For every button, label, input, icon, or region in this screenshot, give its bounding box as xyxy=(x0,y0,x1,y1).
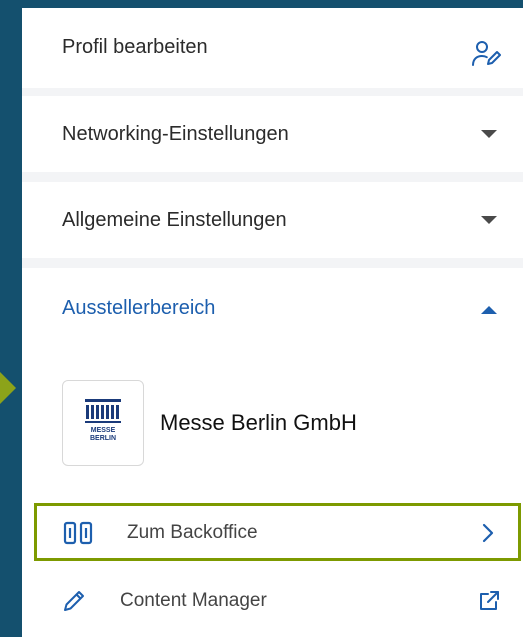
content-manager-label: Content Manager xyxy=(120,590,267,611)
company-logo: MESSE BERLIN xyxy=(62,380,144,466)
caret-down-icon xyxy=(481,216,497,224)
networking-settings-label: Networking-Einstellungen xyxy=(62,123,289,145)
networking-settings-item[interactable]: Networking-Einstellungen xyxy=(22,96,523,172)
caret-down-icon xyxy=(481,130,497,138)
backoffice-link[interactable]: Zum Backoffice xyxy=(34,503,521,561)
profile-edit-label: Profil bearbeiten xyxy=(62,36,208,58)
caret-up-icon xyxy=(481,306,497,314)
pointer-arrow xyxy=(0,372,16,404)
company-name: Messe Berlin GmbH xyxy=(160,410,357,435)
external-link-icon xyxy=(477,589,501,613)
pencil-icon xyxy=(62,589,86,613)
general-settings-item[interactable]: Allgemeine Einstellungen xyxy=(22,182,523,258)
logo-text-bottom: BERLIN xyxy=(90,435,116,442)
user-edit-icon xyxy=(471,38,501,68)
logo-text-top: MESSE xyxy=(91,427,116,434)
content-manager-link[interactable]: Content Manager xyxy=(22,575,523,631)
chevron-right-icon xyxy=(482,523,494,543)
exhibitor-area-label: Ausstellerbereich xyxy=(62,297,216,319)
columns-icon xyxy=(63,521,95,545)
general-settings-label: Allgemeine Einstellungen xyxy=(62,209,287,231)
profile-edit-item[interactable]: Profil bearbeiten xyxy=(22,8,523,88)
exhibitor-area-header[interactable]: Ausstellerbereich xyxy=(22,268,523,348)
backoffice-label: Zum Backoffice xyxy=(127,522,258,543)
